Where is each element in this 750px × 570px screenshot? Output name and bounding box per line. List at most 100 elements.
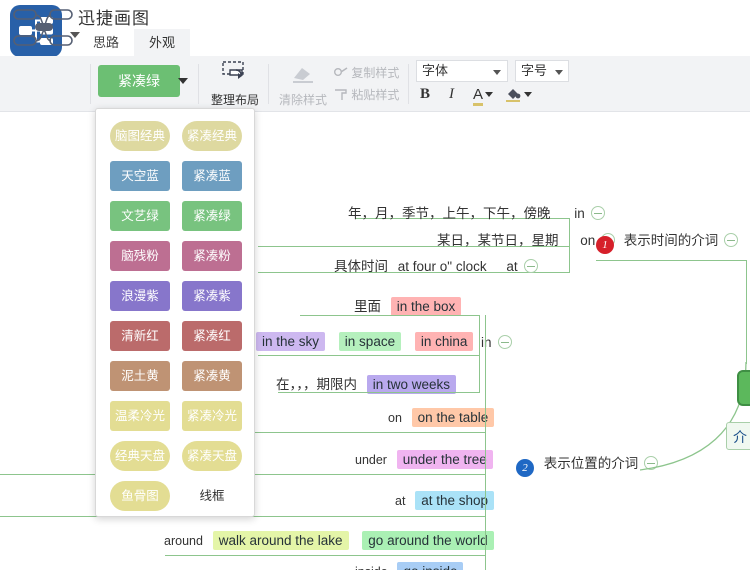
theme-option-jincoulan[interactable]: 紧凑蓝	[182, 161, 242, 191]
layout-structure-icon	[13, 9, 73, 46]
node-place-under[interactable]: under under the tree	[355, 450, 493, 469]
chip-under-the-tree[interactable]: under the tree	[396, 450, 493, 469]
paint-bucket-icon	[506, 89, 521, 102]
clear-style-button[interactable]: 清除样式	[275, 60, 331, 108]
node-time-2[interactable]: 某日，某节日，星期 on	[437, 229, 616, 249]
node-root-label[interactable]: 介	[726, 422, 750, 450]
branch-line	[258, 355, 480, 356]
node-place-on-prep: on	[388, 411, 402, 425]
layout-structure-button[interactable]	[8, 5, 80, 51]
node-branch-place-label: 表示位置的介词	[543, 456, 639, 471]
node-branch-time[interactable]: 1 表示时间的介词	[596, 229, 739, 254]
branch-line	[596, 260, 746, 261]
italic-button[interactable]: I	[449, 86, 454, 103]
node-place-around-prep: around	[164, 534, 203, 548]
theme-option-jincoufen[interactable]: 紧凑粉	[182, 241, 242, 271]
theme-row: 鱼骨图 线框	[96, 481, 254, 521]
current-theme-button[interactable]: 紧凑绿	[98, 65, 180, 97]
clear-style-icon	[293, 68, 313, 83]
branch-line	[278, 392, 480, 393]
copy-style-button[interactable]: 复制样式	[334, 64, 399, 81]
theme-option-naocanfen[interactable]: 脑残粉	[110, 241, 170, 271]
copy-style-label: 复制样式	[351, 66, 400, 80]
chip-go-inside[interactable]: go inside	[397, 562, 464, 570]
layout-dropdown-caret-icon[interactable]	[70, 32, 80, 38]
chip-in-the-sky[interactable]: in the sky	[256, 332, 326, 351]
chip-in-china[interactable]: in china	[414, 332, 474, 351]
collapse-icon[interactable]	[497, 335, 512, 349]
chevron-down-icon	[524, 92, 532, 97]
font-size-select[interactable]: 字号	[515, 60, 569, 82]
theme-option-jincouhong[interactable]: 紧凑红	[182, 321, 242, 351]
font-family-select[interactable]: 字体	[416, 60, 508, 82]
node-time-3-prep: at	[506, 259, 518, 274]
theme-option-jincoulv[interactable]: 紧凑绿	[182, 201, 242, 231]
chip-in-the-box[interactable]: in the box	[390, 297, 462, 316]
chip-on-the-table[interactable]: on the table	[411, 408, 495, 427]
theme-row: 天空蓝 紧凑蓝	[96, 161, 254, 201]
theme-option-langmanzi[interactable]: 浪漫紫	[110, 281, 170, 311]
theme-option-jincouzi[interactable]: 紧凑紫	[182, 281, 242, 311]
collapse-icon[interactable]	[724, 233, 739, 247]
collapse-icon[interactable]	[523, 259, 538, 273]
tidy-layout-button[interactable]: 整理布局	[207, 60, 263, 108]
node-place-on[interactable]: on on the table	[388, 408, 495, 427]
theme-option-wenroulengguang[interactable]: 温柔冷光	[110, 401, 170, 431]
theme-row: 清新红 紧凑红	[96, 321, 254, 361]
theme-option-xiankuang[interactable]: 线框	[182, 481, 242, 511]
branch-line	[165, 555, 485, 556]
chevron-down-icon	[485, 92, 494, 97]
chip-at-the-shop[interactable]: at the shop	[415, 491, 495, 510]
theme-option-naotujingdian[interactable]: 脑图经典	[110, 121, 170, 151]
theme-dropdown-panel[interactable]: 脑图经典 紧凑经典 天空蓝 紧凑蓝 文艺绿 紧凑绿 脑残粉 紧凑粉 浪漫紫 紧凑紫 清新红…	[95, 108, 255, 517]
node-place-around[interactable]: around walk around the lake go around th…	[164, 531, 494, 550]
tidy-layout-label: 整理布局	[210, 93, 259, 107]
tab-siluo[interactable]: 思路	[78, 29, 134, 56]
theme-option-nituhuang[interactable]: 泥土黄	[110, 361, 170, 391]
node-place-inthebox[interactable]: 里面 in the box	[354, 295, 462, 316]
node-time-1-prep: in	[574, 206, 585, 221]
page-title: 迅捷画图	[78, 9, 150, 28]
tab-bar: 思路 外观	[78, 29, 191, 56]
node-place-intwoweeks[interactable]: 在，，，期限内 in two weeks	[276, 373, 457, 394]
font-color-label: A	[473, 86, 484, 106]
paste-style-label: 粘贴样式	[351, 88, 400, 102]
root-node-shape[interactable]	[737, 370, 750, 406]
theme-option-jincoujingdian[interactable]: 紧凑经典	[182, 121, 242, 151]
chip-go-around-the-world[interactable]: go around the world	[362, 531, 494, 550]
node-place-at[interactable]: at at the shop	[395, 491, 495, 510]
theme-option-jincoutianpan[interactable]: 紧凑天盘	[182, 441, 242, 471]
theme-option-wenyilv[interactable]: 文艺绿	[110, 201, 170, 231]
clear-style-label: 清除样式	[278, 93, 327, 107]
collapse-icon[interactable]	[590, 206, 605, 220]
chevron-down-icon	[493, 70, 501, 75]
theme-option-jincoulengguang[interactable]: 紧凑冷光	[182, 401, 242, 431]
node-time-3[interactable]: 具体时间 at four o" clock at	[334, 255, 538, 275]
chevron-down-icon	[555, 70, 563, 75]
theme-row: 文艺绿 紧凑绿	[96, 201, 254, 241]
theme-option-jincouhuang[interactable]: 紧凑黄	[182, 361, 242, 391]
node-branch-place[interactable]: 2 表示位置的介词	[516, 452, 659, 477]
theme-option-yugutu[interactable]: 鱼骨图	[110, 481, 170, 511]
paste-style-button[interactable]: 粘贴样式	[334, 86, 399, 103]
fill-color-button[interactable]	[505, 86, 532, 103]
node-place-row2[interactable]: in the sky in space in china	[256, 332, 474, 351]
node-time-1[interactable]: 年，月，季节，上午，下午，傍晚 in	[348, 202, 605, 222]
chip-walk-around-the-lake[interactable]: walk around the lake	[212, 531, 349, 550]
node-place-inthebox-cn: 里面	[354, 299, 381, 314]
node-place-inside[interactable]: inside go inside	[355, 562, 464, 570]
branch-line	[485, 315, 486, 570]
theme-row: 浪漫紫 紧凑紫	[96, 281, 254, 321]
node-time-3-cn: 具体时间	[334, 259, 388, 274]
toolbar-divider	[268, 64, 269, 104]
node-place-prep-in-label: in	[481, 335, 492, 350]
chip-in-space[interactable]: in space	[338, 332, 402, 351]
theme-option-tiankonglan[interactable]: 天空蓝	[110, 161, 170, 191]
font-color-button[interactable]: A	[473, 86, 494, 106]
bold-button[interactable]: B	[420, 86, 430, 103]
theme-dropdown-caret-icon[interactable]	[178, 78, 188, 84]
tab-waiguan[interactable]: 外观	[134, 29, 191, 56]
badge-2: 2	[516, 459, 534, 477]
theme-option-qingxinhong[interactable]: 清新红	[110, 321, 170, 351]
theme-option-jingdiantianpan[interactable]: 经典天盘	[110, 441, 170, 471]
